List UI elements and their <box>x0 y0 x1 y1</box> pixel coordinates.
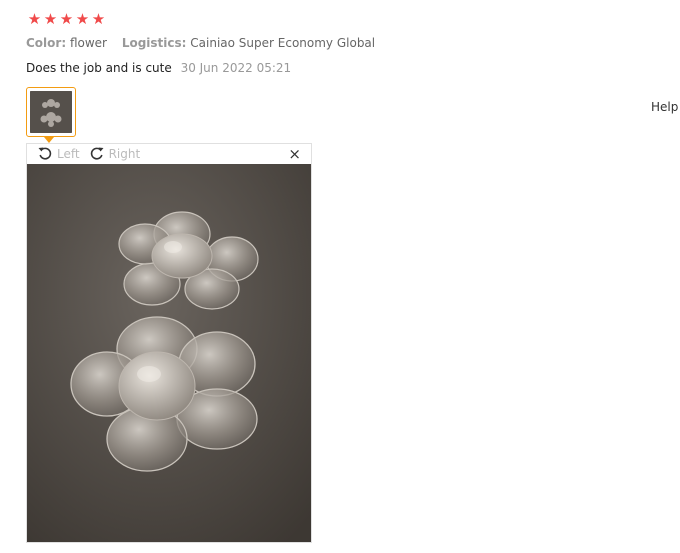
star-icon: ★ <box>91 10 106 28</box>
thumbnail-image <box>30 91 72 133</box>
rotate-right-label: Right <box>108 147 141 161</box>
color-key: Color: <box>26 36 67 50</box>
logistics-key: Logistics: <box>121 36 187 50</box>
viewer-toolbar: Left Right × <box>27 144 311 164</box>
review-date: 30 Jun 2022 05:21 <box>180 61 292 75</box>
image-viewer: Left Right × <box>26 143 312 543</box>
rotate-right-button[interactable]: Right <box>89 145 141 164</box>
help-link[interactable]: Help <box>651 100 678 114</box>
review-text-row: Does the job and is cute 30 Jun 2022 05:… <box>26 61 291 75</box>
star-icon: ★ <box>75 10 90 28</box>
star-icon: ★ <box>43 10 58 28</box>
color-value: flower <box>69 36 107 50</box>
rotate-right-icon <box>89 145 105 164</box>
rotate-left-button[interactable]: Left <box>37 145 80 164</box>
review-text: Does the job and is cute <box>26 61 172 75</box>
star-icon: ★ <box>59 10 74 28</box>
star-rating: ★ ★ ★ ★ ★ <box>27 11 106 28</box>
logistics-value: Cainiao Super Economy Global <box>190 36 376 50</box>
rotate-left-icon <box>37 145 53 164</box>
rotate-left-label: Left <box>57 147 80 161</box>
review-meta: Color: flower Logistics: Cainiao Super E… <box>26 36 375 50</box>
close-icon[interactable]: × <box>288 145 301 163</box>
star-icon: ★ <box>27 10 42 28</box>
review-photo <box>27 164 311 542</box>
review-image-thumbnail[interactable] <box>26 87 76 137</box>
